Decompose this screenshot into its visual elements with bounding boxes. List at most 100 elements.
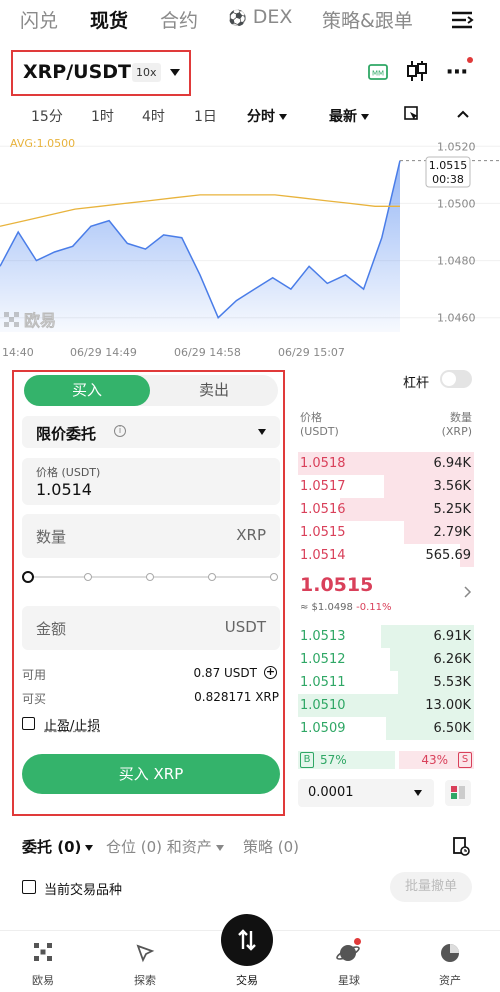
side-toggle: 买入 卖出 xyxy=(24,375,278,406)
caret-down-icon xyxy=(215,844,224,851)
pair-selector[interactable]: XRP/USDT 10x xyxy=(11,50,191,96)
ob-qty-header: 数量 (XRP) xyxy=(442,411,472,439)
ask-price: 1.0517 xyxy=(300,479,346,494)
ask-quantity: 2.79K xyxy=(433,525,471,540)
tf-time-share-label: 分时 xyxy=(247,109,275,125)
nav-okx[interactable]: 欧易 xyxy=(13,972,73,988)
tf-4h[interactable]: 4时 xyxy=(142,106,165,126)
sell-badge: S xyxy=(458,752,472,768)
bid-price: 1.0511 xyxy=(300,675,346,690)
market-data-icon[interactable]: MM xyxy=(368,64,388,80)
okx-home-icon[interactable] xyxy=(33,942,53,962)
quantity-field[interactable]: 数量 XRP xyxy=(22,514,280,558)
ask-row[interactable]: 1.0517 3.56K xyxy=(298,475,474,498)
order-type-select[interactable]: 限价委托 i xyxy=(22,416,280,448)
amount-slider[interactable] xyxy=(22,571,280,583)
menu-icon[interactable] xyxy=(450,10,474,30)
cancel-all-button[interactable]: 批量撤单 xyxy=(390,872,472,902)
current-pair-checkbox[interactable] xyxy=(22,880,36,894)
slider-tick-25[interactable] xyxy=(84,573,92,581)
collapse-chevron-icon[interactable] xyxy=(456,109,470,119)
pair-name: XRP/USDT xyxy=(23,61,131,83)
last-price-value: 1.0515 xyxy=(429,159,468,172)
mid-price: 1.0515 xyxy=(300,574,374,596)
tpsl-label[interactable]: 止盈/止损 xyxy=(44,715,100,734)
tab-positions[interactable]: 仓位 (0) 和资产 xyxy=(106,836,224,857)
sell-ratio-value: 43% xyxy=(421,753,448,767)
tab-spot[interactable]: 现货 xyxy=(90,6,128,33)
explore-icon[interactable] xyxy=(134,942,156,964)
nav-explore[interactable]: 探索 xyxy=(115,972,175,988)
caret-down-icon xyxy=(414,790,422,796)
caret-down-icon xyxy=(361,114,369,120)
ask-row[interactable]: 1.0515 2.79K xyxy=(298,521,474,544)
tab-strategies[interactable]: 策略 (0) xyxy=(243,836,299,857)
assets-pie-icon[interactable] xyxy=(439,942,461,964)
tab-orders-label: 委托 (0) xyxy=(22,838,82,856)
ob-price-header-unit: (USDT) xyxy=(300,425,339,438)
top-tabs: 闪兑 现货 合约 ⚽ DEX 策略&跟单 xyxy=(0,0,500,42)
mid-usd-value: ≈ $1.0498 xyxy=(300,602,353,613)
price-chart[interactable]: AVG:1.0500 1.0520 1.0500 1.0480 1.0460 14:4… xyxy=(0,132,500,362)
margin-toggle[interactable] xyxy=(440,370,472,388)
tab-futures[interactable]: 合约 xyxy=(160,6,198,33)
tab-strategy[interactable]: 策略&跟单 xyxy=(322,6,413,33)
tab-dex[interactable]: ⚽ DEX xyxy=(228,6,292,28)
buyable-value: 0.828171 XRP xyxy=(194,690,279,704)
ask-quantity: 6.94K xyxy=(433,456,471,471)
nav-assets[interactable]: 资产 xyxy=(420,972,480,988)
bid-price: 1.0509 xyxy=(300,721,346,736)
buy-sell-ratio: B 57% 43% S xyxy=(298,751,474,769)
buy-submit-button[interactable]: 买入 XRP xyxy=(22,754,280,794)
price-field[interactable]: 价格 (USDT) 1.0514 xyxy=(22,458,280,505)
nav-trade[interactable]: 交易 xyxy=(217,972,277,988)
tf-1d[interactable]: 1日 xyxy=(194,106,217,126)
caret-down-icon xyxy=(279,114,287,120)
bid-row[interactable]: 1.0511 5.53K xyxy=(298,671,474,694)
tf-time-share[interactable]: 分时 xyxy=(247,106,287,126)
buy-tab[interactable]: 买入 xyxy=(24,375,150,406)
slider-tick-50[interactable] xyxy=(146,573,154,581)
tf-latest[interactable]: 最新 xyxy=(329,106,369,126)
tf-1h[interactable]: 1时 xyxy=(91,106,114,126)
chart-settings-icon[interactable] xyxy=(404,106,420,122)
slider-tick-100[interactable] xyxy=(270,573,278,581)
bid-row[interactable]: 1.0512 6.26K xyxy=(298,648,474,671)
slider-handle[interactable] xyxy=(22,571,34,583)
tpsl-checkbox[interactable] xyxy=(22,717,35,730)
ask-quantity: 3.56K xyxy=(433,479,471,494)
available-label: 可用 xyxy=(22,668,47,682)
ask-row[interactable]: 1.0518 6.94K xyxy=(298,452,474,475)
x-axis: 14:40 06/29 14:49 06/29 14:58 06/29 15:07 xyxy=(2,346,345,359)
tab-orders[interactable]: 委托 (0) xyxy=(22,836,94,857)
info-icon[interactable]: i xyxy=(114,425,126,437)
ask-price: 1.0514 xyxy=(300,548,346,563)
tab-flash-swap[interactable]: 闪兑 xyxy=(20,6,58,33)
slider-tick-75[interactable] xyxy=(208,573,216,581)
chevron-right-icon[interactable] xyxy=(464,586,472,598)
buy-ratio-value: 57% xyxy=(320,753,347,767)
bid-row[interactable]: 1.0513 6.91K xyxy=(298,625,474,648)
more-options-icon[interactable]: ⋯ xyxy=(446,60,469,85)
order-history-icon[interactable] xyxy=(452,836,470,856)
ask-row[interactable]: 1.0514 565.69 xyxy=(298,544,474,567)
orderbook-layout-icon[interactable] xyxy=(445,780,471,806)
price-field-value: 1.0514 xyxy=(36,480,92,499)
amount-field[interactable]: 金额 USDT xyxy=(22,606,280,650)
precision-select[interactable]: 0.0001 xyxy=(298,779,434,807)
y-tick-label: 1.0460 xyxy=(437,312,476,325)
add-funds-icon[interactable]: + xyxy=(264,666,277,679)
nav-planet[interactable]: 星球 xyxy=(319,972,379,988)
sell-tab[interactable]: 卖出 xyxy=(150,375,278,406)
trade-nav-button[interactable] xyxy=(221,914,273,966)
ob-price-header-label: 价格 xyxy=(300,411,322,424)
tf-15m[interactable]: 15分 xyxy=(31,106,63,126)
leverage-badge: 10x xyxy=(132,63,161,82)
order-form: 买入 卖出 限价委托 i 价格 (USDT) 1.0514 数量 XRP 金额 … xyxy=(12,370,285,816)
bid-row[interactable]: 1.0509 6.50K xyxy=(298,717,474,740)
bid-row[interactable]: 1.0510 13.00K xyxy=(298,694,474,717)
candlestick-icon[interactable] xyxy=(405,59,429,83)
ask-quantity: 5.25K xyxy=(433,502,471,517)
precision-value: 0.0001 xyxy=(308,785,354,800)
ask-row[interactable]: 1.0516 5.25K xyxy=(298,498,474,521)
